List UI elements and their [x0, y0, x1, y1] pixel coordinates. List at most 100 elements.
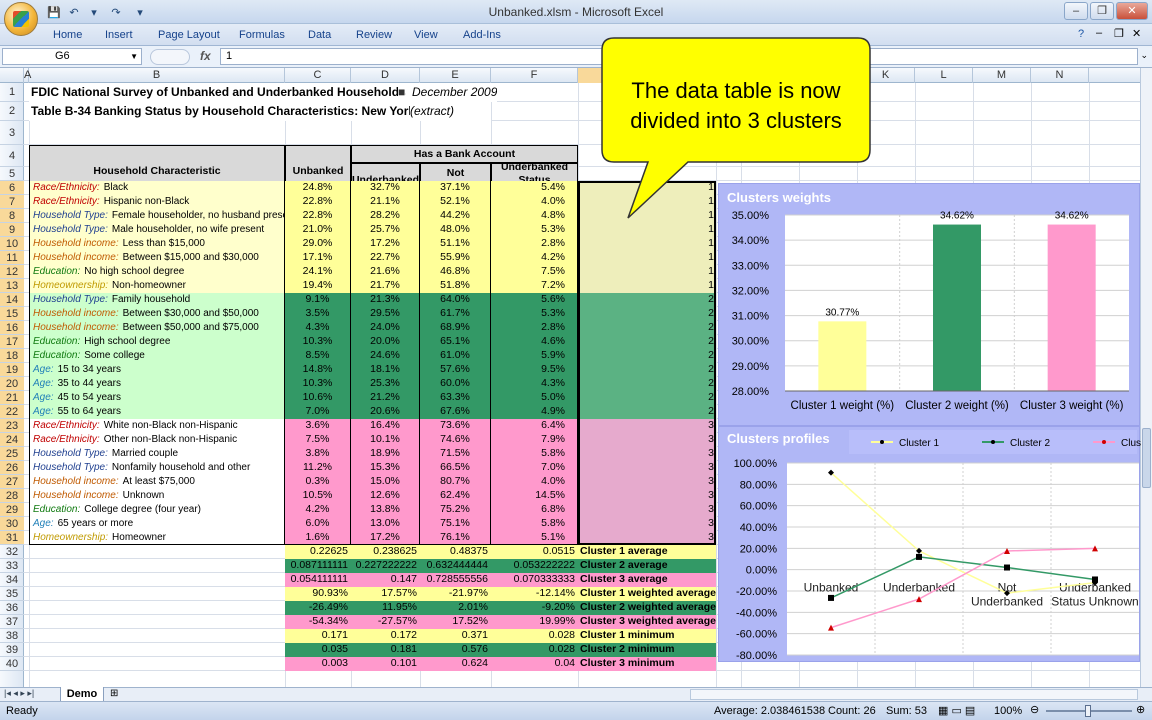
summary-label[interactable]: Cluster 2 weighted average (%) — [578, 601, 716, 615]
profiles-point[interactable] — [828, 594, 834, 601]
value-cell-f[interactable]: 5.8% — [491, 517, 578, 531]
row-header-5[interactable]: 5 — [0, 167, 24, 181]
cluster-id-cell[interactable]: 2 — [578, 293, 716, 307]
value-cell-f[interactable]: 6.4% — [491, 419, 578, 433]
value-cell-f[interactable]: 7.2% — [491, 279, 578, 293]
summary-value-f[interactable]: 0.0515 — [491, 545, 578, 559]
summary-label[interactable]: Cluster 1 weighted average (%) — [578, 587, 716, 601]
value-cell-d[interactable]: 21.3% — [351, 293, 420, 307]
summary-value-f[interactable]: 19.99% — [491, 615, 578, 629]
value-cell-e[interactable]: 75.1% — [420, 517, 491, 531]
value-cell-d[interactable]: 25.3% — [351, 377, 420, 391]
value-cell-c[interactable]: 0.3% — [285, 475, 351, 489]
name-box[interactable]: G6 ▼ — [2, 48, 142, 65]
row-header-25[interactable]: 25 — [0, 447, 24, 461]
ribbon-restore-icon[interactable]: ❐ — [1114, 27, 1124, 40]
value-cell-e[interactable]: 51.1% — [420, 237, 491, 251]
column-header-c[interactable]: C — [285, 68, 351, 83]
cluster-id-cell[interactable]: 2 — [578, 321, 716, 335]
summary-value-d[interactable]: 0.147 — [351, 573, 420, 587]
value-cell-e[interactable]: 37.1% — [420, 181, 491, 195]
summary-value-c[interactable]: 0.035 — [285, 643, 351, 657]
summary-value-c[interactable]: 0.054111111 — [285, 573, 351, 587]
value-cell-d[interactable]: 17.2% — [351, 237, 420, 251]
value-cell-c[interactable]: 7.0% — [285, 405, 351, 419]
row-header-35[interactable]: 35 — [0, 587, 24, 601]
ribbon-tab-insert[interactable]: Insert — [105, 29, 133, 41]
ribbon-tab-data[interactable]: Data — [308, 29, 331, 41]
weights-bar[interactable] — [1047, 224, 1096, 391]
row-header-27[interactable]: 27 — [0, 475, 24, 489]
summary-value-e[interactable]: 0.576 — [420, 643, 491, 657]
value-cell-c[interactable]: 22.8% — [285, 209, 351, 223]
row-header-37[interactable]: 37 — [0, 615, 24, 629]
value-cell-e[interactable]: 52.1% — [420, 195, 491, 209]
column-header-i[interactable]: I — [741, 68, 799, 83]
row-header-11[interactable]: 11 — [0, 251, 24, 265]
value-cell-f[interactable]: 4.6% — [491, 335, 578, 349]
row-header-28[interactable]: 28 — [0, 489, 24, 503]
row-header-33[interactable]: 33 — [0, 559, 24, 573]
summary-value-f[interactable]: -12.14% — [491, 587, 578, 601]
row-header-19[interactable]: 19 — [0, 363, 24, 377]
weights-bar[interactable] — [818, 321, 867, 391]
summary-value-e[interactable]: 17.52% — [420, 615, 491, 629]
row-header-23[interactable]: 23 — [0, 419, 24, 433]
value-cell-c[interactable]: 4.2% — [285, 503, 351, 517]
horizontal-scrollbar[interactable] — [690, 689, 1138, 700]
row-header-13[interactable]: 13 — [0, 279, 24, 293]
data-row-label[interactable]: Education: High school degree — [29, 335, 285, 349]
cluster-id-cell[interactable]: 1 — [578, 279, 716, 293]
value-cell-d[interactable]: 25.7% — [351, 223, 420, 237]
value-cell-e[interactable]: 48.0% — [420, 223, 491, 237]
summary-value-e[interactable]: 0.624 — [420, 657, 491, 671]
summary-value-c[interactable]: -54.34% — [285, 615, 351, 629]
value-cell-f[interactable]: 4.0% — [491, 475, 578, 489]
row-header-21[interactable]: 21 — [0, 391, 24, 405]
close-button[interactable]: ✕ — [1116, 2, 1148, 20]
value-cell-e[interactable]: 65.1% — [420, 335, 491, 349]
value-cell-d[interactable]: 22.7% — [351, 251, 420, 265]
summary-value-d[interactable]: 0.101 — [351, 657, 420, 671]
value-cell-e[interactable]: 64.0% — [420, 293, 491, 307]
data-row-label[interactable]: Education: No high school degree — [29, 265, 285, 279]
value-cell-f[interactable]: 4.3% — [491, 377, 578, 391]
summary-label[interactable]: Cluster 2 average — [578, 559, 716, 573]
ribbon-tab-review[interactable]: Review — [356, 29, 392, 41]
value-cell-d[interactable]: 13.8% — [351, 503, 420, 517]
cluster-id-cell[interactable]: 3 — [578, 489, 716, 503]
data-row-label[interactable]: Age: 15 to 34 years — [29, 363, 285, 377]
cluster-id-cell[interactable]: 2 — [578, 349, 716, 363]
summary-value-d[interactable]: 0.238625 — [351, 545, 420, 559]
data-row-label[interactable]: Household Type: Male householder, no wife… — [29, 223, 285, 237]
profiles-point[interactable] — [1092, 576, 1098, 583]
value-cell-c[interactable]: 10.3% — [285, 335, 351, 349]
column-header-d[interactable]: D — [351, 68, 420, 83]
zoom-out-icon[interactable]: ⊖ — [1030, 703, 1039, 716]
value-cell-e[interactable]: 74.6% — [420, 433, 491, 447]
column-header-j[interactable]: J — [799, 68, 857, 83]
cluster-id-cell[interactable]: 1 — [578, 181, 716, 195]
value-cell-e[interactable]: 63.3% — [420, 391, 491, 405]
summary-value-f[interactable]: 0.053222222 — [491, 559, 578, 573]
value-cell-e[interactable]: 67.6% — [420, 405, 491, 419]
column-header-g[interactable]: G — [578, 68, 716, 83]
restore-button[interactable]: ❐ — [1090, 2, 1114, 20]
summary-value-f[interactable]: 0.070333333 — [491, 573, 578, 587]
value-cell-f[interactable]: 2.8% — [491, 237, 578, 251]
value-cell-f[interactable]: 7.9% — [491, 433, 578, 447]
summary-value-d[interactable]: 0.227222222 — [351, 559, 420, 573]
row-header-22[interactable]: 22 — [0, 405, 24, 419]
value-cell-d[interactable]: 18.1% — [351, 363, 420, 377]
data-row-label[interactable]: Household income: Unknown — [29, 489, 285, 503]
data-row-label[interactable]: Age: 35 to 44 years — [29, 377, 285, 391]
summary-label[interactable]: Cluster 2 minimum — [578, 643, 716, 657]
vertical-scrollbar[interactable] — [1140, 68, 1152, 687]
value-cell-f[interactable]: 5.6% — [491, 293, 578, 307]
data-row-label[interactable]: Household Type: Family household — [29, 293, 285, 307]
value-cell-e[interactable]: 71.5% — [420, 447, 491, 461]
ribbon-tab-page-layout[interactable]: Page Layout — [158, 29, 220, 41]
row-header-7[interactable]: 7 — [0, 195, 24, 209]
value-cell-f[interactable]: 5.9% — [491, 349, 578, 363]
value-cell-f[interactable]: 7.5% — [491, 265, 578, 279]
